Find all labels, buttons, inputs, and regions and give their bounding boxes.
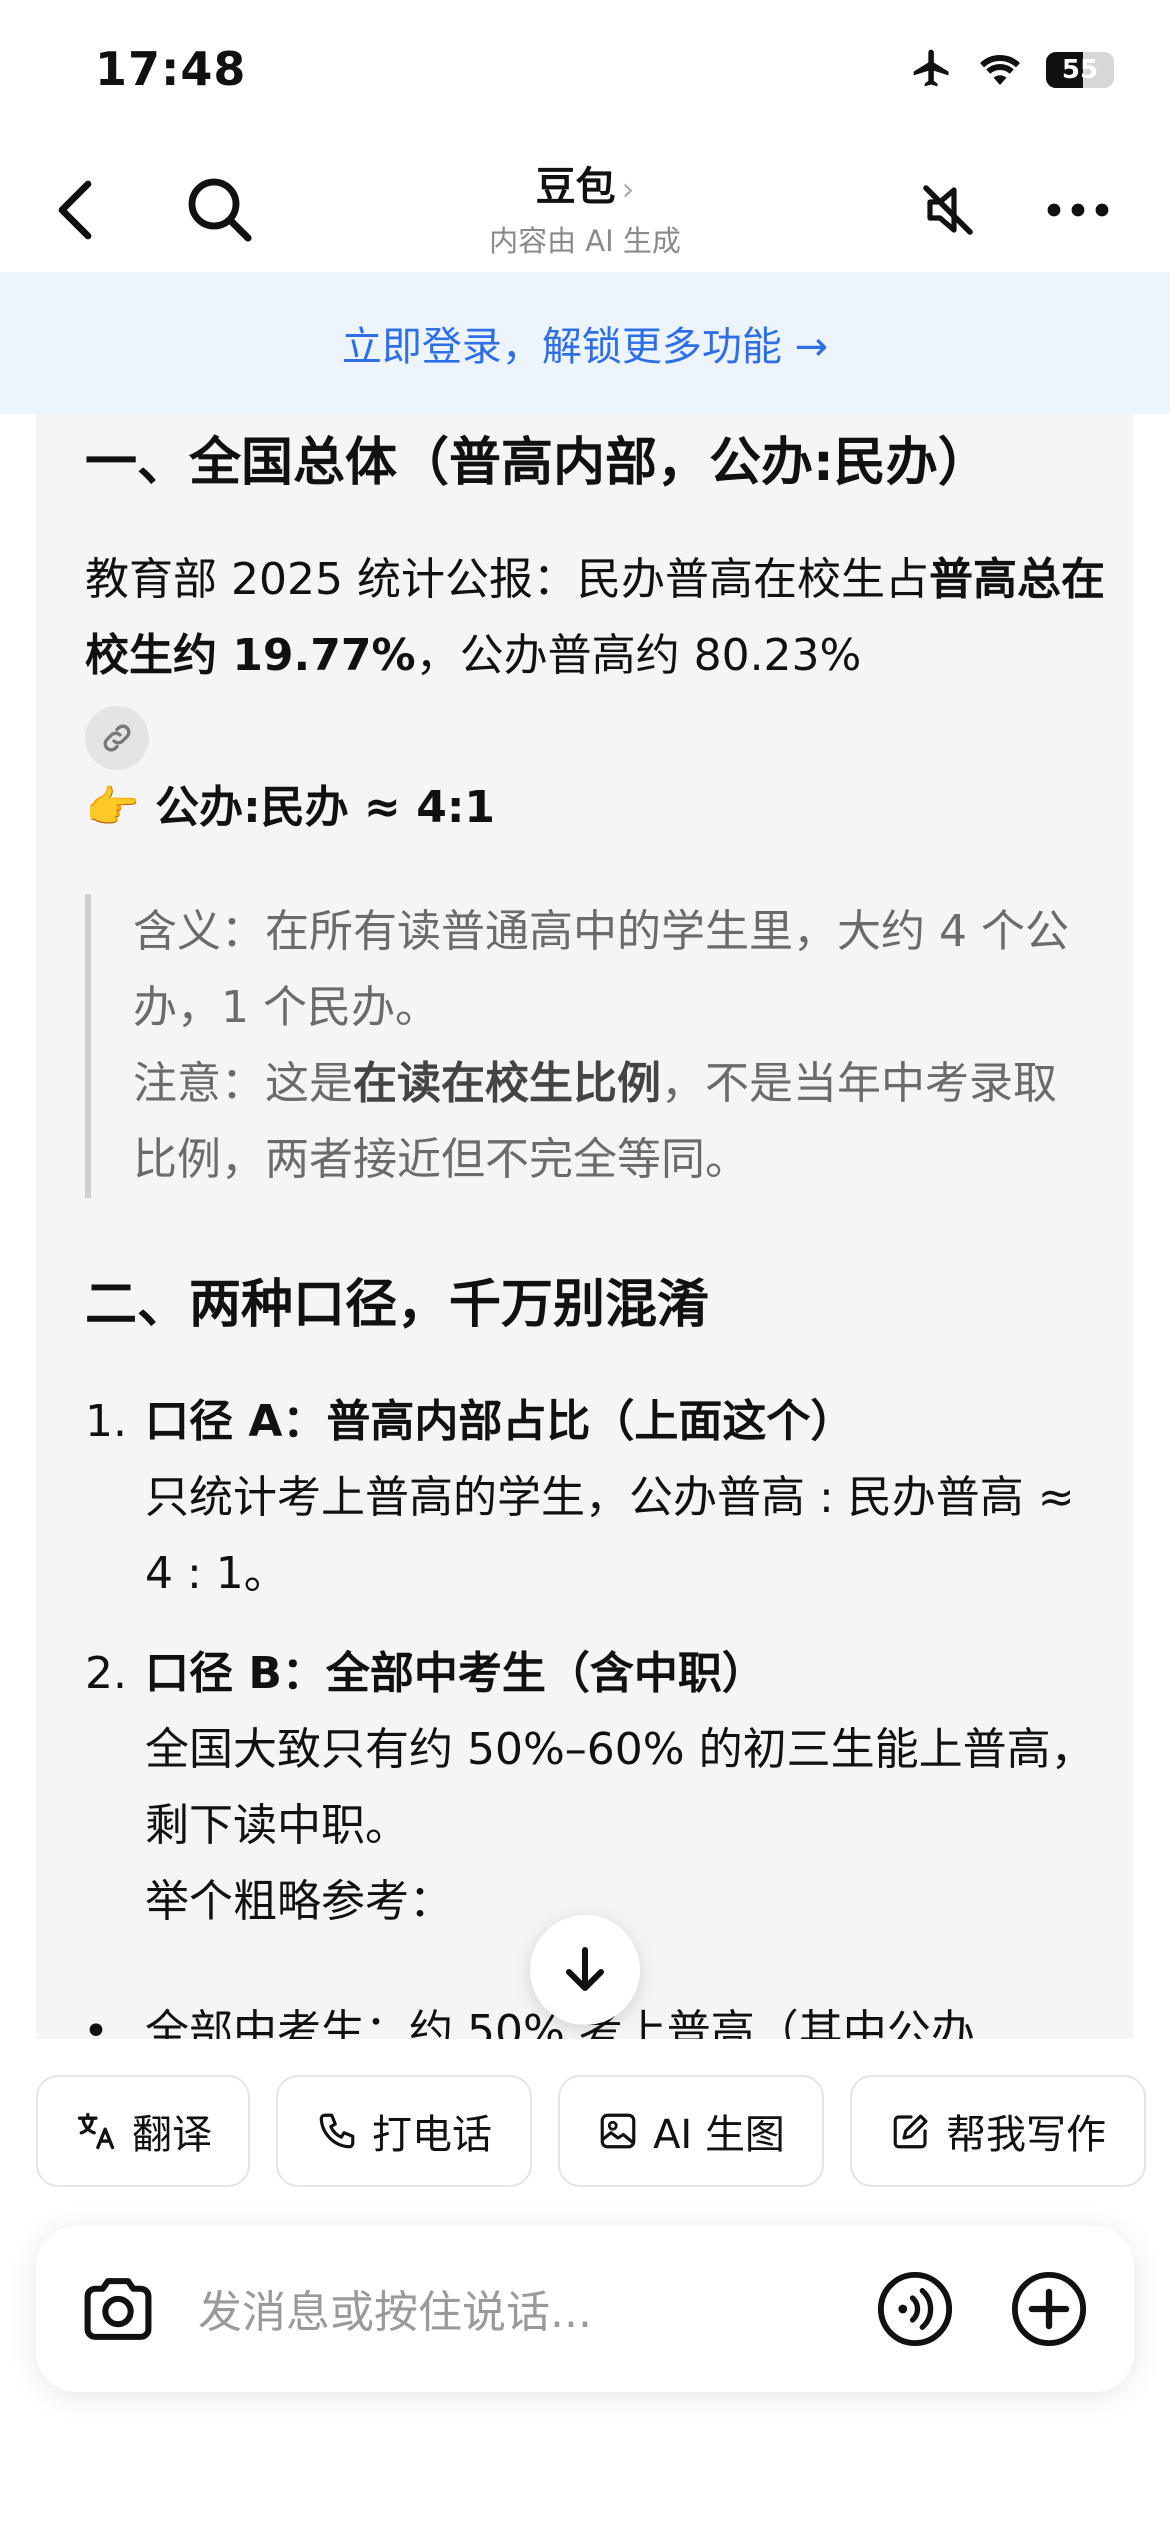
plus-circle-icon xyxy=(1011,2271,1087,2347)
camera-button[interactable] xyxy=(80,2273,156,2349)
quote-caution: 注意：这是在读在校生比例，不是当年中考录取比例，两者接近但不完全等同。 xyxy=(133,1046,1095,1198)
page-title: 豆包 xyxy=(535,164,616,210)
speaker-muted-icon xyxy=(923,185,973,235)
translate-label: 翻译 xyxy=(132,2112,212,2158)
airplane-icon xyxy=(910,46,954,94)
paragraph-stats: 教育部 2025 统计公报：民办普高在校生占普高总在校生约 19.77%，公办普… xyxy=(85,542,1105,694)
wifi-icon xyxy=(976,48,1024,92)
quick-actions: 翻译 打电话 AI 生图 帮我写作 xyxy=(0,2040,1170,2230)
scroll-to-bottom-button[interactable] xyxy=(530,1915,640,2025)
list-item-2-body2: 举个粗略参考： xyxy=(145,1876,453,1927)
quote-caution-a: 注意：这是 xyxy=(133,1058,353,1109)
list-item-1-title: 口径 A：普高内部占比（上面这个） xyxy=(145,1396,855,1447)
translate-button[interactable]: 翻译 xyxy=(36,2075,250,2187)
status-icons: 55 xyxy=(910,46,1114,94)
ai-disclaimer: 内容由 AI 生成 xyxy=(489,224,681,258)
status-time: 17:48 xyxy=(95,42,247,96)
bullet-item-1: 全部中考生：约 50% 考上普高（其中公办 xyxy=(83,1994,975,2039)
list-item-2-body: 全国大致只有约 50%–60% 的初三生能上普高，剩下读中职。 xyxy=(145,1724,1095,1851)
voice-wave-icon xyxy=(877,2271,953,2347)
blockquote-note: 含义：在所有读普通高中的学生里，大约 4 个公办，1 个民办。 注意：这是在读在… xyxy=(85,894,1095,1198)
list-item-1-body: 只统计考上普高的学生，公办普高 : 民办普高 ≈ 4 : 1。 xyxy=(145,1472,1075,1599)
ai-response-card: 一、全国总体（普高内部，公办:民办） 教育部 2025 统计公报：民办普高在校生… xyxy=(36,414,1134,2039)
chevron-right-icon: › xyxy=(621,170,635,208)
image-icon xyxy=(600,2113,636,2149)
list-item-2-title: 口径 B：全部中考生（含中职） xyxy=(145,1648,766,1699)
link-icon xyxy=(103,724,131,752)
message-input[interactable]: 发消息或按住说话... xyxy=(198,2276,592,2340)
write-label: 帮我写作 xyxy=(946,2112,1106,2158)
list-number-1: 1. xyxy=(85,1396,127,1447)
battery-icon: 55 xyxy=(1046,52,1114,88)
message-input-bar: 发消息或按住说话... xyxy=(36,2226,1134,2392)
source-link-button[interactable] xyxy=(85,706,149,770)
stats-text-c: ，公办普高约 80.23% xyxy=(415,630,862,681)
section-heading-1: 一、全国总体（普高内部，公办:民办） xyxy=(85,433,990,493)
call-label: 打电话 xyxy=(372,2112,492,2158)
edit-icon xyxy=(893,2114,928,2149)
voice-button[interactable] xyxy=(876,2270,954,2352)
ai-image-button[interactable]: AI 生图 xyxy=(558,2075,824,2187)
more-dots-icon xyxy=(1047,203,1109,217)
section-heading-2: 二、两种口径，千万别混淆 xyxy=(85,1275,710,1335)
battery-level: 55 xyxy=(1061,55,1099,85)
call-button[interactable]: 打电话 xyxy=(276,2075,532,2187)
phone-icon xyxy=(319,2113,355,2149)
translate-icon xyxy=(77,2112,115,2150)
quote-meaning: 含义：在所有读普通高中的学生里，大约 4 个公办，1 个民办。 xyxy=(133,906,1069,1033)
quote-caution-bold: 在读在校生比例 xyxy=(353,1058,661,1109)
ratio-line: 👉 公办:民办 ≈ 4:1 xyxy=(85,782,496,833)
login-banner[interactable]: 立即登录，解锁更多功能 → xyxy=(0,272,1170,414)
write-button[interactable]: 帮我写作 xyxy=(850,2075,1146,2187)
ai-image-label: AI 生图 xyxy=(653,2112,785,2158)
nav-bar: 豆包 › 内容由 AI 生成 xyxy=(0,140,1170,270)
camera-icon xyxy=(84,2278,152,2340)
add-button[interactable] xyxy=(1010,2270,1088,2352)
arrow-down-icon xyxy=(566,1947,604,1991)
list-number-2: 2. xyxy=(85,1648,127,1699)
stats-text-a: 教育部 2025 统计公报：民办普高在校生占 xyxy=(85,554,929,605)
status-bar: 17:48 55 xyxy=(0,0,1170,140)
more-button[interactable] xyxy=(1042,174,1114,246)
mute-button[interactable] xyxy=(912,174,984,246)
chat-title[interactable]: 豆包 › 内容由 AI 生成 xyxy=(0,154,1170,260)
